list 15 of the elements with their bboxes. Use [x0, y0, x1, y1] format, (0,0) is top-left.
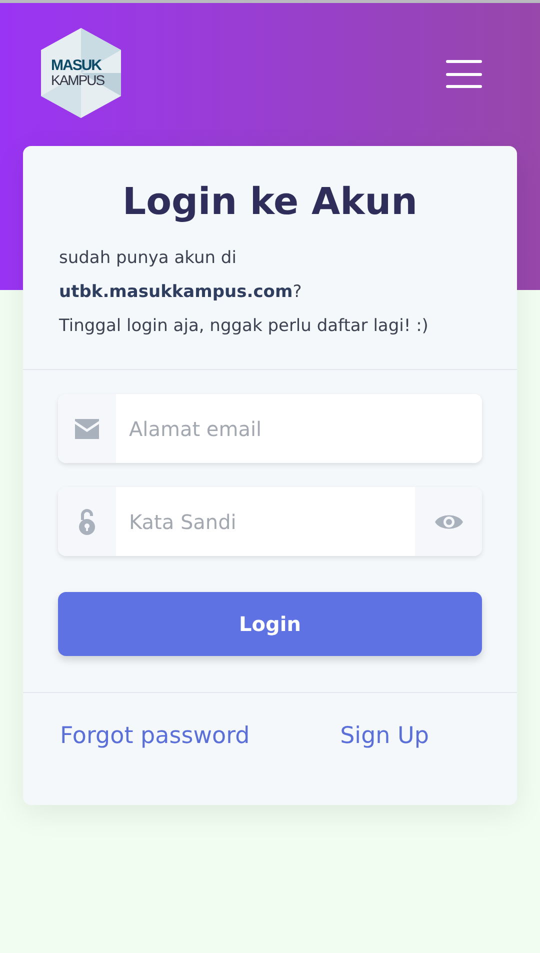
intro-text: Tinggal login aja, nggak perlu daftar lagi! :) — [59, 315, 430, 338]
intro-text: sudah punya akun di — [59, 247, 238, 270]
login-title: Login ke Akun — [122, 180, 418, 223]
email-field[interactable]: Alamat email — [58, 394, 482, 463]
unlocked-padlock-icon — [78, 508, 96, 534]
login-button[interactable]: Login — [58, 592, 482, 656]
logo-text: MASUK — [51, 58, 102, 73]
password-field[interactable]: Kata Sandi — [58, 487, 482, 556]
envelope-icon — [75, 418, 99, 438]
hexagon-icon — [41, 28, 121, 118]
link[interactable]: Forgot password — [60, 723, 250, 749]
link[interactable]: Sign Up — [340, 723, 429, 749]
logo-text: KAMPUS — [51, 73, 104, 87]
intro-text: utbk.masukkampus.com? — [59, 281, 303, 304]
menu-icon[interactable] — [446, 60, 482, 88]
